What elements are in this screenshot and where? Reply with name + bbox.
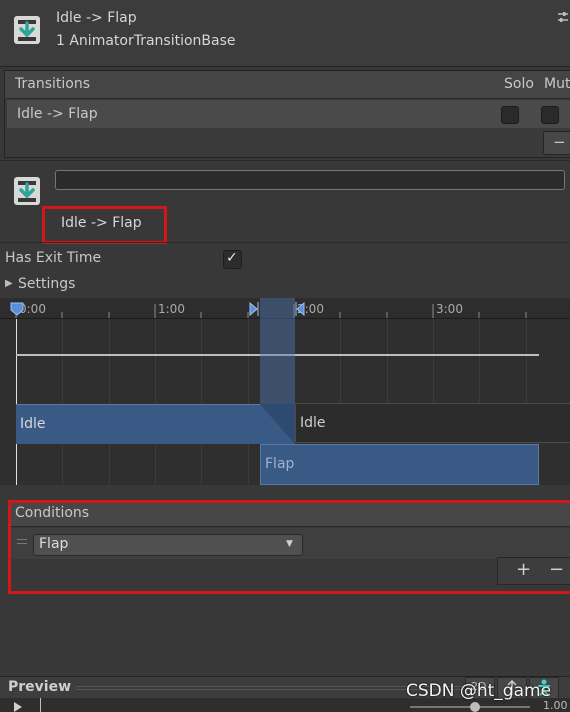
transitions-header: Transitions Solo Mut bbox=[5, 71, 570, 99]
remove-transition-label: − bbox=[553, 133, 566, 151]
preview-scrubber[interactable] bbox=[40, 698, 41, 712]
sliders-icon[interactable] bbox=[556, 10, 570, 24]
inspector-subtitle: 1 AnimatorTransitionBase bbox=[56, 33, 236, 49]
speed-slider-thumb[interactable] bbox=[470, 702, 480, 712]
remove-condition-button[interactable]: − bbox=[549, 559, 564, 580]
play-icon[interactable] bbox=[13, 702, 23, 712]
inspector-header: Idle -> Flap 1 AnimatorTransitionBase bbox=[0, 0, 570, 67]
mute-column-label: Mut bbox=[544, 76, 570, 92]
remove-transition-button[interactable]: − bbox=[543, 131, 570, 155]
check-icon: ✓ bbox=[226, 250, 238, 266]
playhead-marker-icon[interactable] bbox=[10, 302, 24, 316]
selected-transition-label: Idle -> Flap bbox=[61, 215, 142, 231]
playhead-line bbox=[16, 319, 17, 485]
source-state-bar[interactable]: Idle bbox=[16, 404, 260, 444]
target-state-preview-bar[interactable]: Idle bbox=[295, 403, 570, 443]
tick-label: 1:00 bbox=[158, 302, 185, 316]
transitions-header-label: Transitions bbox=[15, 76, 90, 92]
condition-row[interactable]: Flap ▼ bbox=[11, 528, 570, 559]
target-state-top-label: Idle bbox=[300, 415, 326, 431]
transition-arrow-icon bbox=[14, 16, 40, 44]
conditions-header-label: Conditions bbox=[15, 505, 90, 521]
conditions-list: Conditions Flap ▼ bbox=[8, 500, 570, 594]
section-divider bbox=[0, 160, 570, 161]
target-state-bar[interactable]: Flap bbox=[260, 444, 539, 485]
section-divider bbox=[0, 242, 570, 243]
transition-end-marker-icon[interactable] bbox=[295, 302, 305, 316]
inspector-title: Idle -> Flap bbox=[56, 10, 137, 26]
settings-foldout-arrow-icon[interactable]: ▶ bbox=[5, 278, 13, 289]
condition-parameter-value: Flap bbox=[39, 536, 69, 552]
solo-column-label: Solo bbox=[504, 76, 534, 92]
mute-checkbox[interactable] bbox=[541, 106, 559, 124]
blend-wedge bbox=[260, 404, 295, 444]
preview-label: Preview bbox=[8, 679, 72, 695]
has-exit-time-checkbox[interactable]: ✓ bbox=[223, 250, 242, 269]
chevron-down-icon: ▼ bbox=[286, 539, 293, 549]
transition-row-label: Idle -> Flap bbox=[17, 106, 98, 122]
transition-start-marker-icon[interactable] bbox=[249, 302, 259, 316]
transition-arrow-icon bbox=[14, 177, 40, 205]
target-state-label: Flap bbox=[265, 456, 295, 472]
transitions-list: Transitions Solo Mut Idle -> Flap − bbox=[4, 70, 570, 158]
add-condition-button[interactable]: + bbox=[516, 559, 531, 580]
has-exit-time-label: Has Exit Time bbox=[5, 250, 102, 266]
source-state-label: Idle bbox=[20, 416, 46, 432]
watermark: CSDN @ht_game bbox=[406, 681, 552, 701]
selected-transition-highlight: Idle -> Flap bbox=[42, 206, 167, 244]
condition-buttons: + − bbox=[497, 557, 570, 585]
settings-foldout-label[interactable]: Settings bbox=[18, 276, 75, 292]
solo-checkbox[interactable] bbox=[501, 106, 519, 124]
tick-label: 3:00 bbox=[436, 302, 463, 316]
transition-name-input[interactable] bbox=[55, 170, 565, 190]
condition-parameter-dropdown[interactable]: Flap ▼ bbox=[33, 534, 303, 556]
conditions-header: Conditions bbox=[11, 503, 570, 527]
transition-row[interactable]: Idle -> Flap bbox=[7, 100, 570, 128]
drag-handle-icon[interactable] bbox=[17, 539, 27, 540]
